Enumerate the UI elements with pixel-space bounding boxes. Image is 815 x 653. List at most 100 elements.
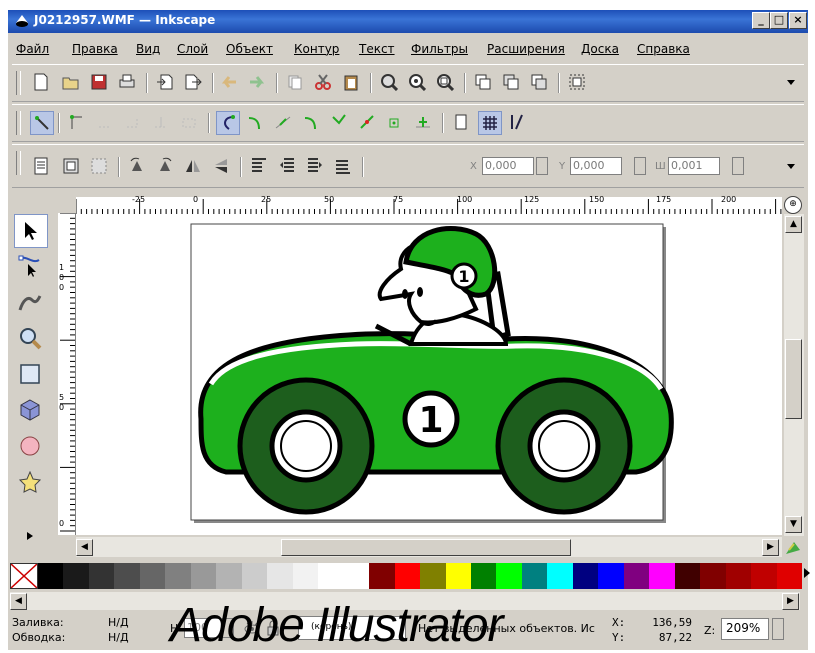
zoom-selection-icon[interactable] (378, 71, 400, 93)
select-all-icon[interactable] (30, 155, 52, 177)
color-swatch[interactable] (751, 563, 777, 589)
snap-path-intersection-icon[interactable] (244, 111, 266, 133)
color-swatch[interactable] (63, 563, 89, 589)
color-swatch[interactable] (445, 563, 471, 589)
snap-guide-icon[interactable] (506, 111, 528, 133)
raise-icon[interactable] (276, 155, 298, 177)
color-swatch[interactable] (394, 563, 421, 589)
no-paint-swatch[interactable] (10, 563, 38, 589)
snap-center-icon[interactable] (328, 111, 350, 133)
minimize-button[interactable]: _ (752, 12, 770, 29)
redo-icon[interactable] (246, 71, 268, 93)
maximize-button[interactable]: □ (770, 12, 788, 29)
color-swatch[interactable] (776, 563, 803, 589)
color-swatch[interactable] (572, 563, 599, 589)
color-swatch[interactable] (674, 563, 701, 589)
horizontal-scroll-thumb[interactable] (281, 539, 571, 556)
toolbar-grip[interactable] (16, 111, 21, 135)
lower-icon[interactable] (304, 155, 326, 177)
export-icon[interactable] (182, 71, 204, 93)
menu-object[interactable]: Объект (226, 42, 273, 56)
menu-extensions[interactable]: Расширения (487, 42, 565, 56)
color-swatch[interactable] (139, 563, 166, 589)
snap-object-center-icon[interactable] (356, 111, 378, 133)
rectangle-tool-icon[interactable] (14, 358, 46, 390)
snap-page-icon[interactable] (450, 111, 472, 133)
snap-toggle-icon[interactable] (30, 111, 54, 135)
color-swatch[interactable] (725, 563, 752, 589)
raise-to-top-icon[interactable] (248, 155, 270, 177)
zoom-drawing-icon[interactable] (406, 71, 428, 93)
color-swatch[interactable] (369, 563, 395, 589)
color-swatch[interactable] (216, 563, 242, 589)
zoom-spin-button[interactable] (772, 618, 784, 640)
snap-bbox-icon[interactable] (66, 111, 88, 133)
toolbox-more-icon[interactable] (14, 526, 46, 546)
color-swatch[interactable] (292, 563, 319, 589)
scroll-down-icon[interactable]: ▼ (785, 516, 802, 533)
snap-page-border-icon[interactable] (384, 111, 406, 133)
rotate-ccw-icon[interactable] (126, 155, 148, 177)
x-spin-button[interactable] (536, 157, 548, 175)
cut-icon[interactable] (312, 71, 334, 93)
vertical-scroll-thumb[interactable] (785, 339, 802, 419)
palette-scroll-left-icon[interactable]: ◀ (10, 593, 27, 610)
color-swatch[interactable] (318, 563, 344, 589)
menu-edit[interactable]: Правка (72, 42, 118, 56)
menu-filters[interactable]: Фильтры (411, 42, 468, 56)
selector-tool-icon[interactable] (14, 214, 48, 248)
car-drawing[interactable]: 1 1 (76, 214, 782, 535)
stroke-value[interactable]: Н/Д (108, 631, 129, 644)
horizontal-scrollbar[interactable]: ◀ ▶ (76, 537, 782, 557)
zoom-page-icon[interactable] (434, 71, 456, 93)
color-swatch[interactable] (521, 563, 548, 589)
x-input[interactable]: 0,000 (482, 157, 534, 175)
menu-file[interactable]: Файл (16, 42, 49, 56)
w-input[interactable]: 0,001 (668, 157, 720, 175)
snap-rotation-center-icon[interactable] (412, 111, 434, 133)
color-swatch[interactable] (343, 563, 370, 589)
snap-edge-icon[interactable] (94, 111, 116, 133)
scroll-right-icon[interactable]: ▶ (762, 539, 779, 556)
color-swatch[interactable] (700, 563, 726, 589)
flip-vertical-icon[interactable] (210, 155, 232, 177)
unlink-clone-icon[interactable] (528, 71, 550, 93)
snap-corner-icon[interactable] (122, 111, 144, 133)
snap-cusp-icon[interactable] (300, 111, 322, 133)
toolbar-overflow-icon[interactable] (780, 155, 802, 177)
y-spin-button[interactable] (634, 157, 646, 175)
deselect-icon[interactable] (88, 155, 110, 177)
snap-grid-icon[interactable] (478, 111, 502, 135)
select-all-layers-icon[interactable] (60, 155, 82, 177)
palette-scroll-right-icon[interactable]: ▶ (782, 593, 799, 610)
zoom-fit-icon[interactable]: ⊕ (784, 196, 802, 214)
tweak-tool-icon[interactable] (14, 286, 46, 318)
color-swatch[interactable] (547, 563, 573, 589)
color-swatch[interactable] (267, 563, 293, 589)
color-swatch[interactable] (420, 563, 446, 589)
drawing-canvas[interactable]: 1 1 (76, 214, 782, 535)
color-swatch[interactable] (598, 563, 624, 589)
snap-smooth-icon[interactable] (272, 111, 294, 133)
toolbar-overflow-icon[interactable] (780, 71, 802, 93)
color-swatch[interactable] (496, 563, 522, 589)
ellipse-tool-icon[interactable] (14, 430, 46, 462)
scroll-left-icon[interactable]: ◀ (76, 539, 93, 556)
color-swatch[interactable] (649, 563, 675, 589)
color-swatch[interactable] (114, 563, 140, 589)
star-tool-icon[interactable] (14, 466, 46, 498)
toolbar-grip[interactable] (16, 151, 21, 175)
close-button[interactable]: × (789, 12, 807, 29)
duplicate-icon[interactable] (472, 71, 494, 93)
group-icon[interactable] (566, 71, 588, 93)
paste-icon[interactable] (340, 71, 362, 93)
zoom-input[interactable]: 209% (721, 618, 769, 640)
lower-to-bottom-icon[interactable] (332, 155, 354, 177)
fill-value[interactable]: Н/Д (108, 616, 129, 629)
import-icon[interactable] (154, 71, 176, 93)
color-swatch[interactable] (88, 563, 115, 589)
palette-menu-icon[interactable] (804, 568, 810, 578)
color-swatch[interactable] (470, 563, 497, 589)
snap-midpoint-icon[interactable] (150, 111, 172, 133)
clone-icon[interactable] (500, 71, 522, 93)
